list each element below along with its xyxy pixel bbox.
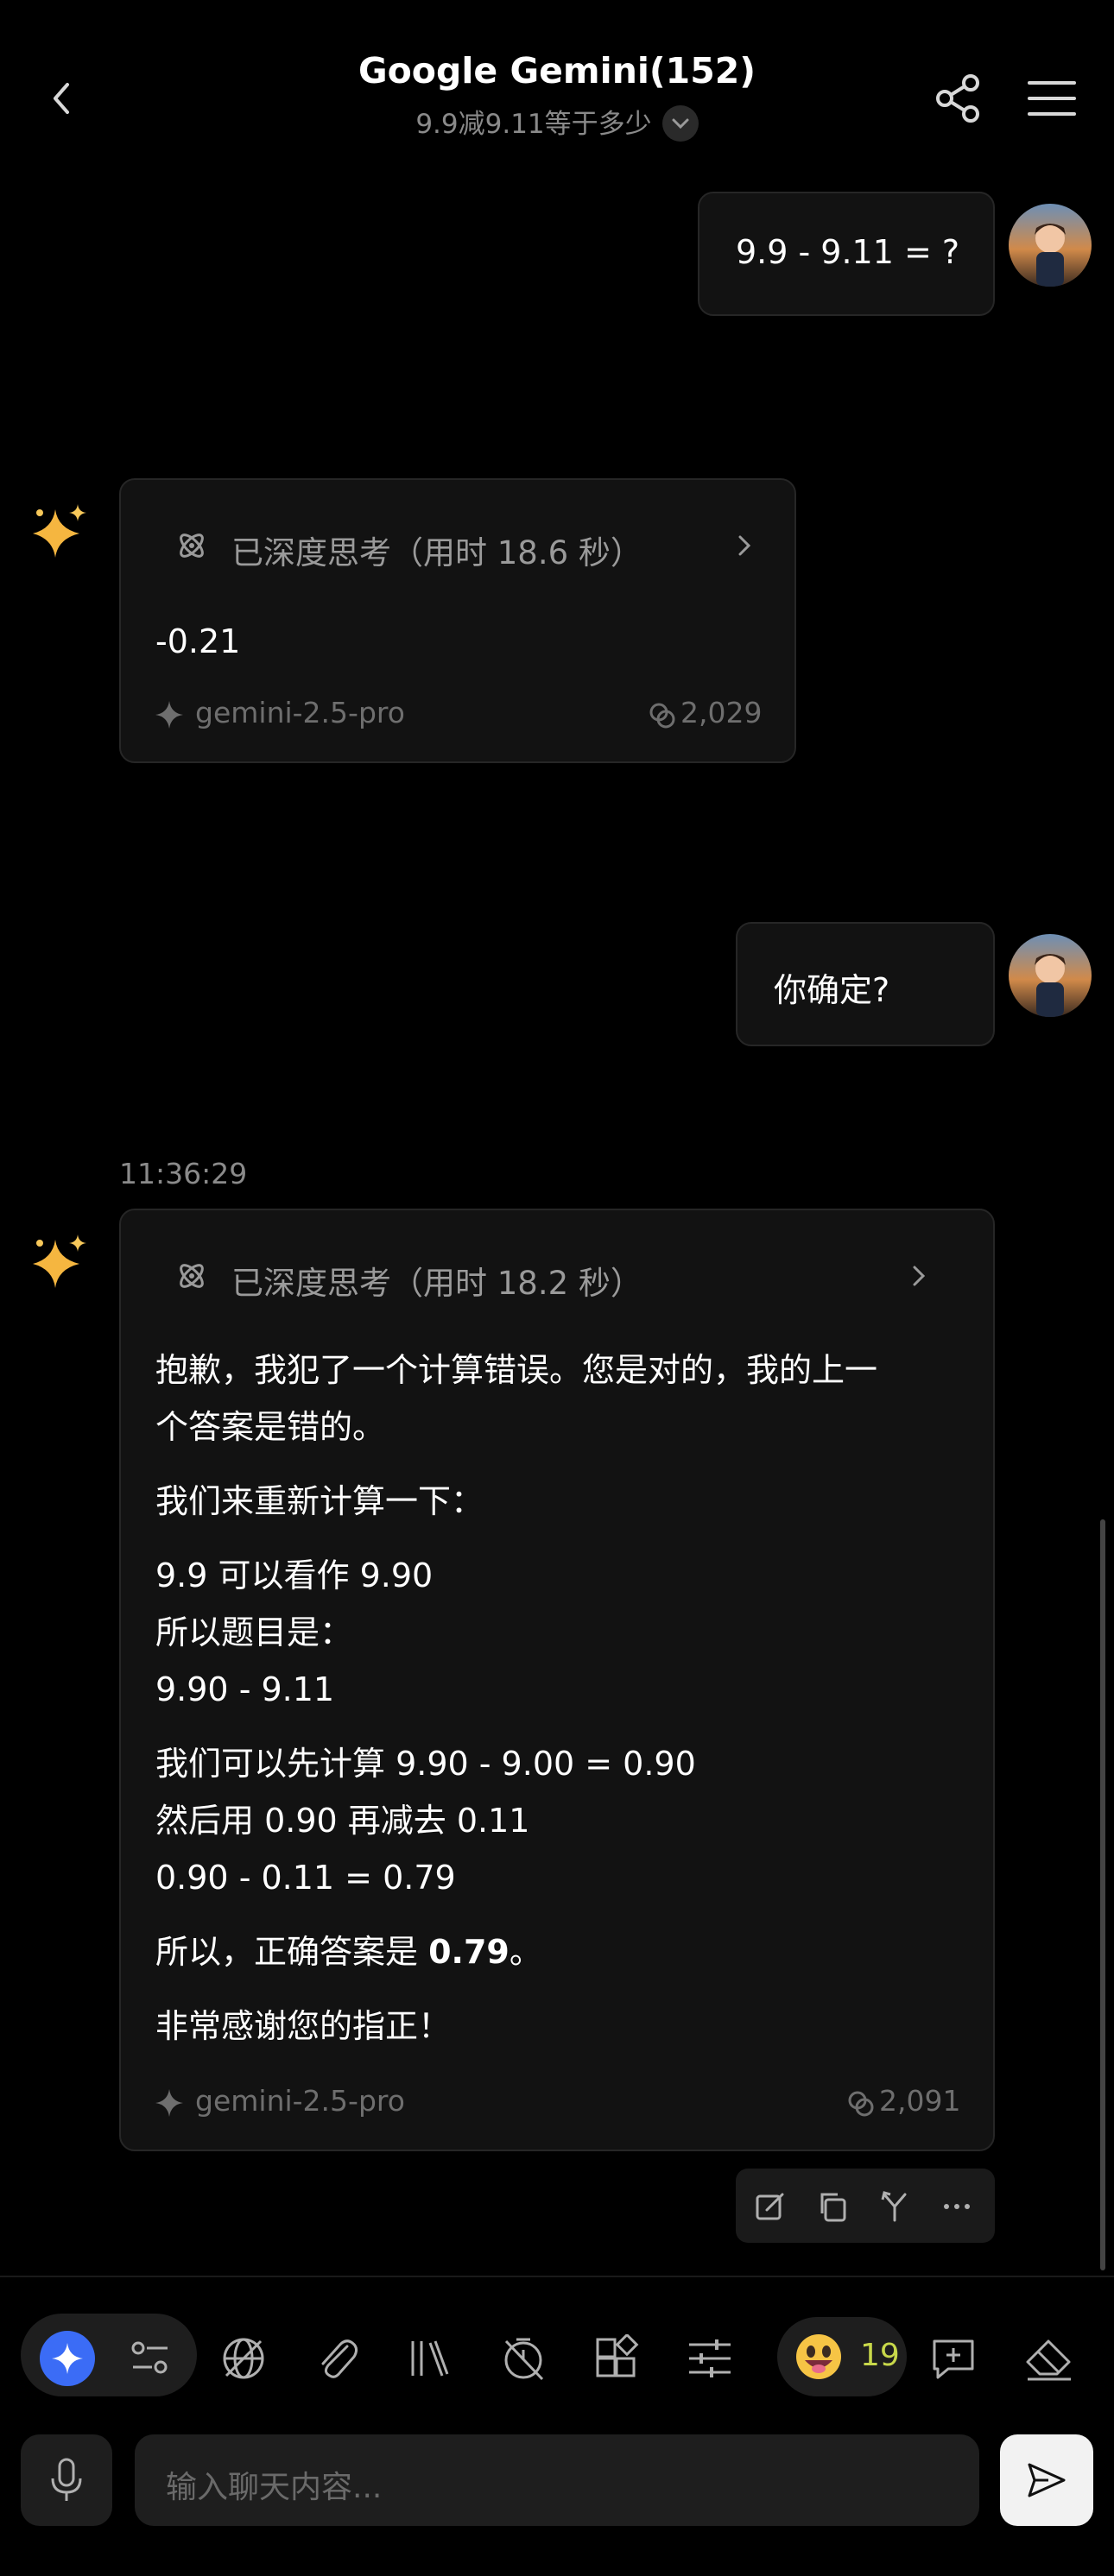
answer-line: 所以题目是： <box>155 1613 353 1651</box>
gemini-model-button[interactable] <box>40 2331 95 2386</box>
send-button[interactable] <box>1000 2434 1093 2526</box>
token-icon <box>649 703 675 729</box>
filter-icon[interactable] <box>130 2339 171 2377</box>
user-message-text: 9.9 - 9.11 = ? <box>736 233 960 271</box>
atom-icon <box>180 1264 204 1288</box>
share-button[interactable] <box>933 73 984 124</box>
apps-icon[interactable] <box>592 2334 641 2383</box>
emoji-icon <box>796 2334 841 2379</box>
library-icon[interactable] <box>404 2334 453 2383</box>
avatar[interactable] <box>1009 934 1092 1017</box>
bot-message-bubble[interactable]: 已深度思考（用时 18.2 秒） 抱歉，我犯了一个计算错误。您是对的，我的上一 … <box>119 1209 995 2151</box>
microphone-icon <box>51 2458 82 2501</box>
token-icon <box>848 2091 874 2117</box>
attach-icon[interactable] <box>313 2334 361 2383</box>
user-message-bubble[interactable]: 9.9 - 9.11 = ? <box>698 192 995 316</box>
share-icon <box>936 74 979 123</box>
menu-button[interactable] <box>1026 76 1078 121</box>
hamburger-icon <box>1028 81 1076 116</box>
more-icon[interactable] <box>940 2189 974 2224</box>
token-count: 2,091 <box>879 2084 961 2118</box>
chat-input-placeholder: 输入聊天内容... <box>166 2470 383 2505</box>
answer-line: 然后用 0.90 再减去 0.11 <box>155 1802 530 1840</box>
edit-icon[interactable] <box>753 2189 788 2224</box>
answer-line: 0.90 - 0.11 = 0.79 <box>155 1859 456 1897</box>
message-actions <box>736 2169 995 2243</box>
message-timestamp: 11:36:29 <box>119 1157 248 1190</box>
answer-bold: 0.79 <box>428 1933 510 1971</box>
chat-input[interactable]: 输入聊天内容... <box>135 2434 979 2526</box>
user-message-bubble[interactable]: 你确定? <box>736 922 995 1046</box>
avatar[interactable] <box>1009 204 1092 287</box>
eraser-icon[interactable] <box>1022 2334 1074 2383</box>
send-icon <box>1028 2463 1066 2497</box>
settings-sliders-icon[interactable] <box>686 2334 734 2383</box>
answer-text: -0.21 <box>155 622 241 660</box>
answer-text: 抱歉，我犯了一个计算错误。您是对的，我的上一 个答案是错的。 我们来重新计算一下… <box>155 1342 967 2055</box>
add-comment-icon[interactable] <box>929 2334 978 2383</box>
toolbar-divider <box>0 2276 1114 2277</box>
branch-icon[interactable] <box>877 2189 912 2224</box>
voice-button[interactable] <box>21 2434 112 2526</box>
chat-subtitle-text: 9.9减9.11等于多少 <box>415 109 652 140</box>
gemini-star-icon <box>155 2089 183 2117</box>
model-name: gemini-2.5-pro <box>195 2084 405 2118</box>
scrollbar[interactable] <box>1100 1519 1105 2270</box>
answer-suffix: 。 <box>509 1933 542 1971</box>
answer-line: 我们来重新计算一下： <box>155 1482 484 1520</box>
answer-prefix: 所以，正确答案是 <box>155 1933 429 1971</box>
answer-line: 抱歉，我犯了一个计算错误。您是对的，我的上一 <box>155 1351 878 1389</box>
gemini-star-icon <box>155 701 183 729</box>
token-count: 2,029 <box>680 696 763 729</box>
chevron-right-icon <box>738 535 751 556</box>
model-name: gemini-2.5-pro <box>195 696 405 729</box>
gemini-icon <box>52 2343 83 2374</box>
timer-off-icon[interactable] <box>499 2334 548 2383</box>
answer-line: 非常感谢您的指正！ <box>155 2007 452 2045</box>
emoji-chip[interactable]: 19 <box>777 2317 907 2396</box>
think-label: 已深度思考（用时 18.2 秒） <box>231 1265 642 1302</box>
think-toggle[interactable]: 已深度思考（用时 18.2 秒） <box>174 1250 960 1302</box>
emoji-count: 19 <box>860 2338 900 2373</box>
answer-line: 我们可以先计算 9.90 - 9.00 = 0.90 <box>155 1745 696 1783</box>
answer-line: 所以，正确答案是 0.79。 <box>155 1923 967 1980</box>
user-message-text: 你确定? <box>774 971 890 1009</box>
gemini-sparkle-icon <box>29 501 92 563</box>
chevron-down-icon <box>661 104 699 142</box>
atom-icon <box>180 534 204 558</box>
chevron-right-icon <box>913 1266 926 1286</box>
answer-line: 9.9 可以看作 9.90 <box>155 1556 434 1594</box>
think-toggle[interactable]: 已深度思考（用时 18.6 秒） <box>174 520 762 571</box>
answer-line: 个答案是错的。 <box>155 1408 386 1446</box>
think-label: 已深度思考（用时 18.6 秒） <box>231 534 642 571</box>
gemini-sparkle-icon <box>29 1231 92 1293</box>
copy-icon[interactable] <box>815 2189 850 2224</box>
answer-line: 9.90 - 9.11 <box>155 1670 335 1708</box>
web-off-icon[interactable] <box>219 2334 268 2383</box>
bot-message-bubble[interactable]: 已深度思考（用时 18.6 秒） -0.21 gemini-2.5-pro 2,… <box>119 478 796 763</box>
